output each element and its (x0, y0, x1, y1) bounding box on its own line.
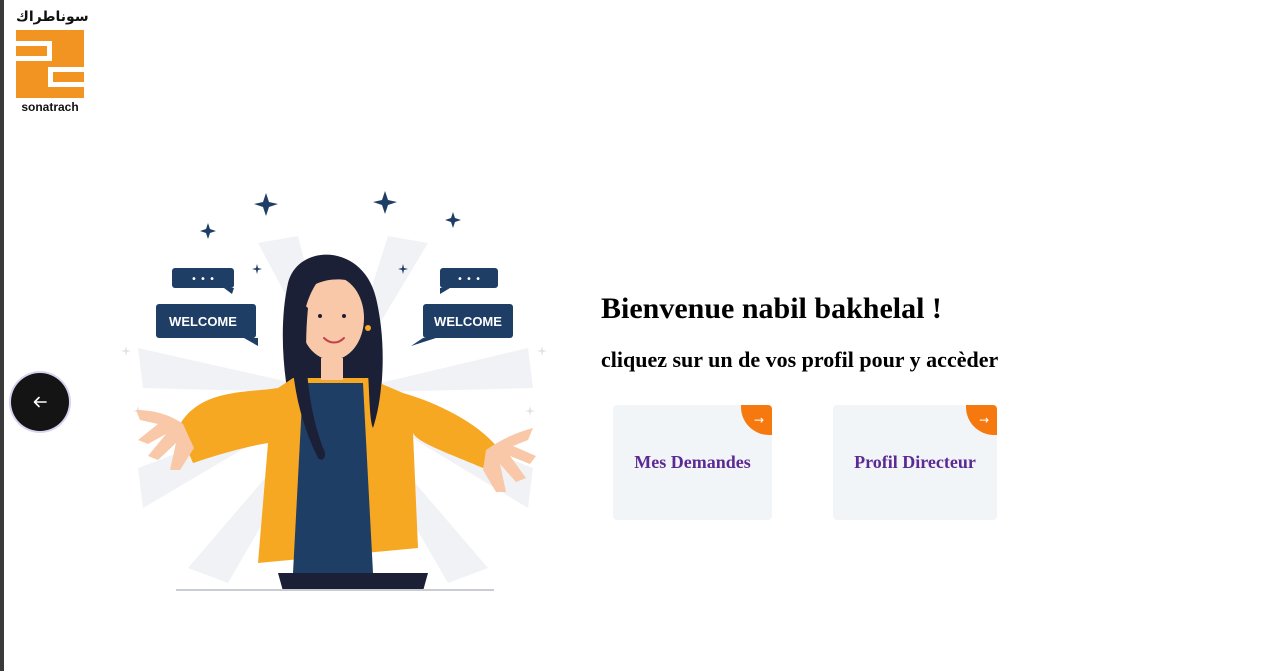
bubble-welcome-left: WELCOME (169, 314, 237, 329)
profile-instruction: cliquez sur un de vos profil pour y accè… (601, 347, 999, 372)
logo-arabic-text: سوناطراك (16, 9, 89, 25)
arrow-right-icon: → (741, 405, 772, 435)
bubble-welcome-right: WELCOME (434, 314, 502, 329)
logo-mark-icon (16, 30, 84, 98)
welcome-heading: Bienvenue nabil bakhelal ! (601, 292, 942, 325)
arrow-right-icon: → (966, 405, 997, 435)
profile-card-label: Mes Demandes (634, 452, 751, 472)
welcome-illustration: • • • • • • WELCOME WELCOME (121, 191, 547, 591)
bubble-ellipsis-left: • • • (191, 274, 215, 285)
arrow-left-icon (33, 396, 47, 408)
profile-card-label: Profil Directeur (854, 452, 976, 472)
bubble-ellipsis-right: • • • (457, 274, 481, 285)
profile-card-profil-directeur[interactable]: → Profil Directeur (833, 405, 997, 520)
window-edge (0, 0, 4, 671)
back-button[interactable] (11, 373, 69, 431)
profile-card-mes-demandes[interactable]: → Mes Demandes (613, 405, 772, 520)
logo-latin-text: sonatrach (21, 100, 79, 114)
sonatrach-logo: سوناطراك sonatrach (14, 8, 89, 116)
